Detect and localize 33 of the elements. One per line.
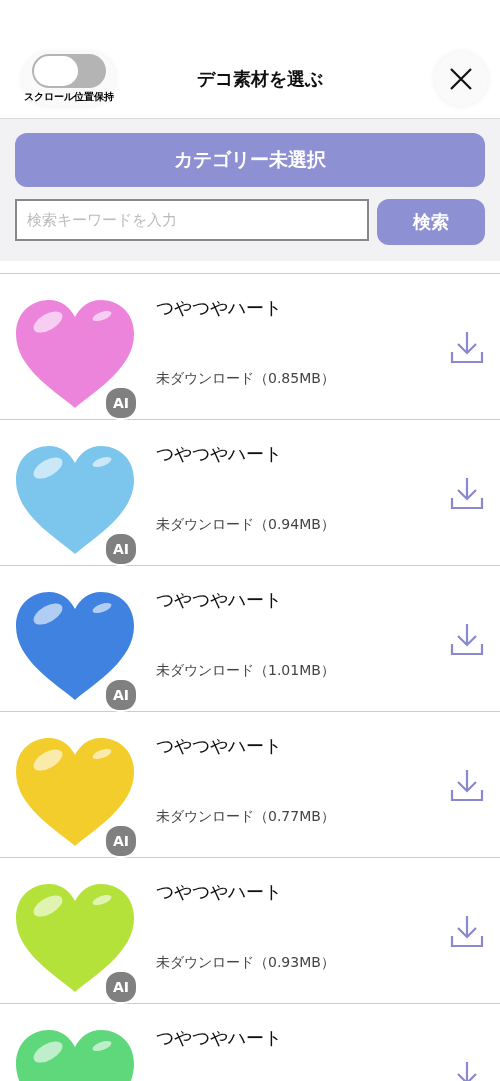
ai-badge: AI bbox=[104, 532, 138, 566]
download-button[interactable] bbox=[450, 768, 484, 802]
download-button[interactable] bbox=[450, 330, 484, 364]
download-icon bbox=[450, 768, 484, 802]
search-field[interactable]: 検索キーワードを入力 bbox=[15, 199, 369, 241]
item-title: つやつやハート bbox=[156, 296, 283, 320]
download-status: 未ダウンロード（0.94MB） bbox=[156, 516, 336, 534]
item-title: つやつやハート bbox=[156, 588, 283, 612]
ai-badge: AI bbox=[104, 970, 138, 1004]
download-icon bbox=[450, 330, 484, 364]
ai-badge: AI bbox=[104, 386, 138, 420]
item-title: つやつやハート bbox=[156, 880, 283, 904]
download-icon bbox=[450, 914, 484, 948]
ai-badge: AI bbox=[104, 678, 138, 712]
download-status: 未ダウンロード（1.01MB） bbox=[156, 662, 336, 680]
download-button[interactable] bbox=[450, 476, 484, 510]
item-title: つやつやハート bbox=[156, 1026, 283, 1050]
download-icon bbox=[450, 622, 484, 656]
search-button[interactable]: 検索 bbox=[377, 199, 485, 245]
download-button[interactable] bbox=[450, 914, 484, 948]
item-title: つやつやハート bbox=[156, 442, 283, 466]
download-status: 未ダウンロード（0.85MB） bbox=[156, 370, 336, 388]
download-status: 未ダウンロード（0.93MB） bbox=[156, 954, 336, 972]
toggle-label: スクロール位置保持 bbox=[24, 90, 114, 104]
category-button[interactable]: カテゴリー未選択 bbox=[15, 133, 485, 187]
window-title: デコ素材を選ぶ bbox=[196, 67, 324, 91]
item-title: つやつやハート bbox=[156, 734, 283, 758]
download-button[interactable] bbox=[450, 622, 484, 656]
scroll-keep-toggle[interactable] bbox=[32, 54, 106, 88]
ai-badge: AI bbox=[104, 824, 138, 858]
download-status: 未ダウンロード（0.77MB） bbox=[156, 808, 336, 826]
download-icon bbox=[450, 476, 484, 510]
close-icon bbox=[449, 67, 473, 91]
